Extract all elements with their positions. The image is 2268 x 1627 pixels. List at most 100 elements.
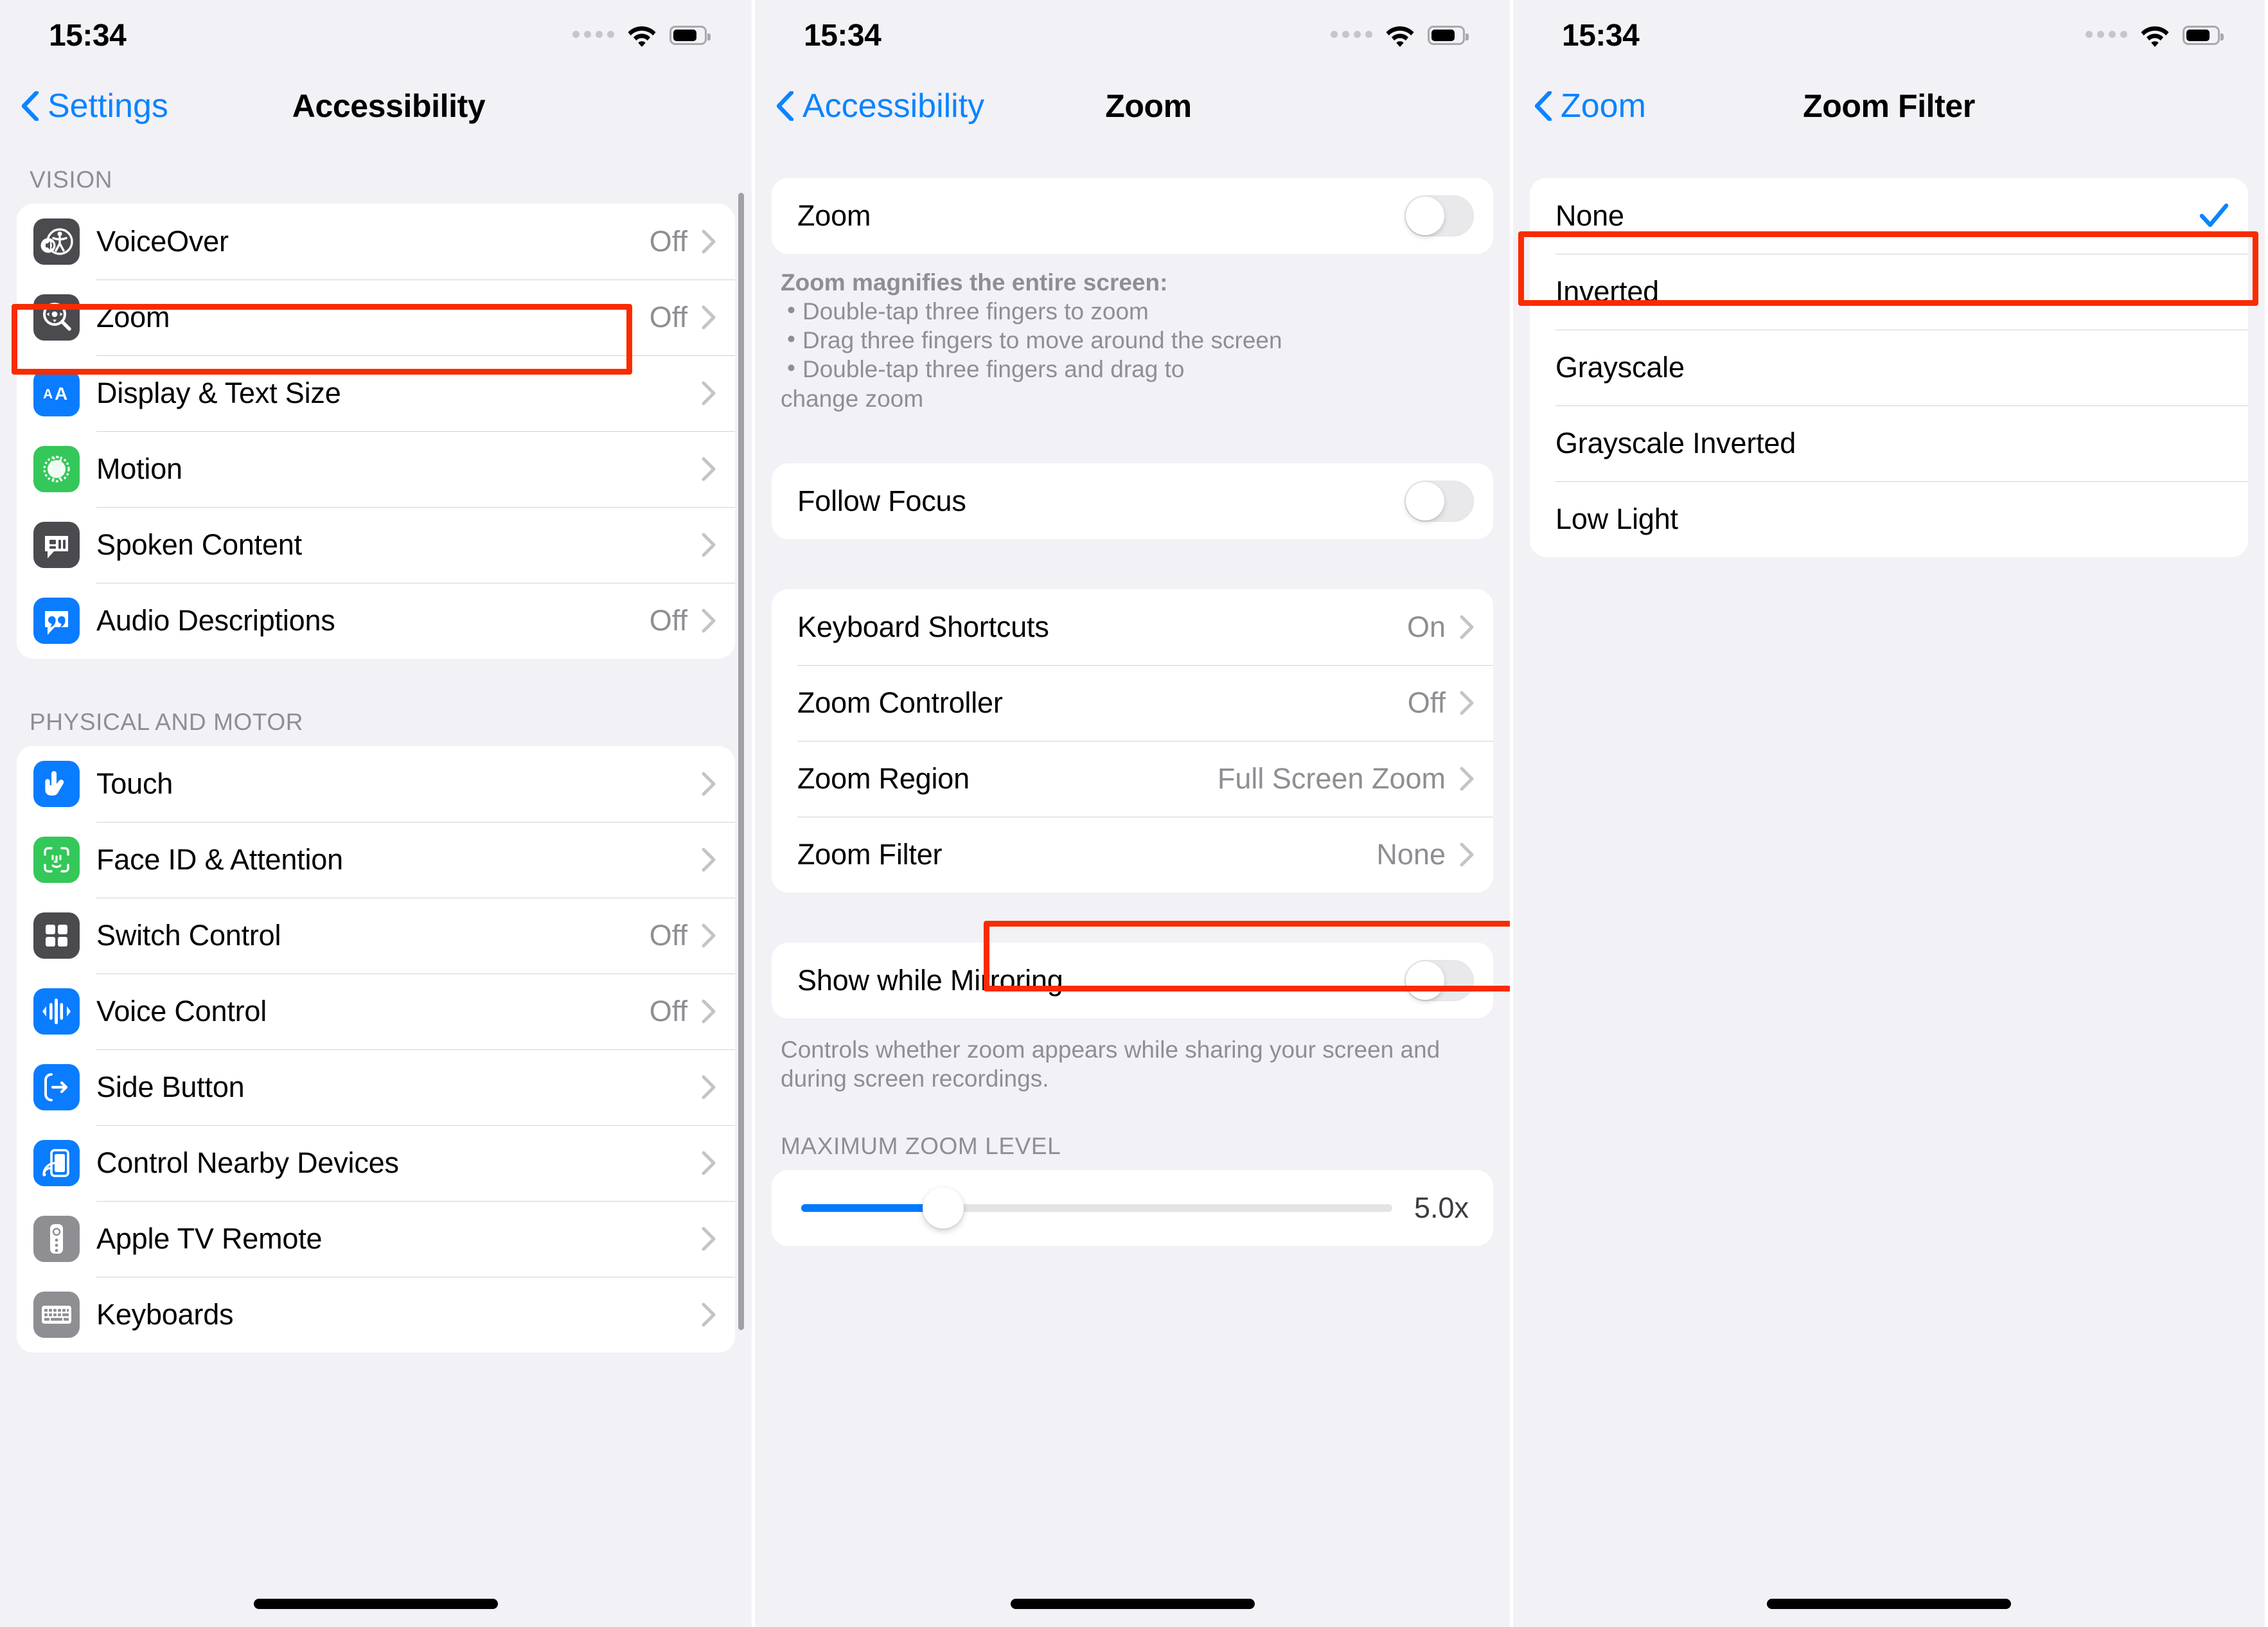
- zoom-toggle-row[interactable]: Zoom: [772, 178, 1493, 254]
- list-item-label: Zoom Region: [797, 761, 970, 795]
- filter-option-grayscale-inverted[interactable]: Grayscale Inverted: [1530, 405, 2248, 481]
- list-item-value: On: [1406, 610, 1446, 643]
- filter-option-low-light[interactable]: Low Light: [1530, 481, 2248, 557]
- list-item: Double-tap three fingers to zoom: [781, 296, 1484, 326]
- filter-option-grayscale[interactable]: Grayscale: [1530, 330, 2248, 405]
- home-indicator: [254, 1599, 498, 1609]
- panel-zoom: 15:34 Accessibility Zoom Zoom Zoom magni…: [755, 0, 1513, 1627]
- back-button-label: Settings: [48, 87, 168, 125]
- chevron-right-icon: [702, 1151, 716, 1175]
- back-button-zoom[interactable]: Zoom: [1535, 87, 1646, 125]
- list-item-label: Motion: [96, 452, 182, 485]
- maximum-zoom-level-slider[interactable]: [801, 1187, 1392, 1229]
- vision-card: VoiceOver Off Zoom Off A A Display & Text Size…: [17, 204, 735, 659]
- home-indicator: [1010, 1599, 1255, 1609]
- maximum-zoom-level-row: 5.0x: [772, 1170, 1493, 1246]
- scrollbar[interactable]: [738, 193, 744, 1330]
- zoom-description-bullets: Double-tap three fingers to zoom Drag th…: [781, 296, 1484, 384]
- chevron-right-icon: [1460, 691, 1474, 715]
- list-item-side-button[interactable]: Side Button: [17, 1049, 735, 1125]
- maximum-zoom-level-value: 5.0x: [1413, 1191, 1469, 1224]
- list-item-value: Full Screen Zoom: [1217, 761, 1446, 795]
- follow-focus-toggle-switch[interactable]: [1404, 480, 1474, 522]
- list-item-voice-control[interactable]: Voice Control Off: [17, 974, 735, 1049]
- list-item-voiceover[interactable]: VoiceOver Off: [17, 204, 735, 280]
- zoom-description: Zoom magnifies the entire screen: Double…: [755, 254, 1510, 413]
- follow-focus-row[interactable]: Follow Focus: [772, 463, 1493, 539]
- chevron-right-icon: [702, 609, 716, 633]
- voiceover-icon: [33, 218, 80, 265]
- list-item-label: Spoken Content: [96, 528, 302, 561]
- back-button-label: Accessibility: [802, 87, 985, 125]
- battery-icon: [669, 26, 711, 45]
- status-bar-time: 15:34: [804, 18, 882, 53]
- navigation-bar: Zoom Zoom Filter: [1513, 71, 2265, 141]
- chevron-right-icon: [702, 923, 716, 948]
- chevron-right-icon: [702, 999, 716, 1024]
- list-item-motion[interactable]: Motion: [17, 431, 735, 507]
- list-item-label: Audio Descriptions: [96, 604, 335, 637]
- section-header-maximum-zoom-level: MAXIMUM ZOOM LEVEL: [781, 1132, 1061, 1159]
- apple-tv-remote-icon: [33, 1216, 80, 1262]
- cellular-signal-icon: [1331, 30, 1372, 40]
- filter-option-none[interactable]: None: [1530, 178, 2248, 254]
- voice-control-icon: [33, 988, 80, 1035]
- list-item-keyboard-shortcuts[interactable]: Keyboard Shortcuts On: [772, 589, 1493, 665]
- slider-knob[interactable]: [922, 1187, 964, 1229]
- list-item-label: Zoom Controller: [797, 686, 1003, 719]
- switch-control-icon: [33, 912, 80, 959]
- list-item-switch-control[interactable]: Switch Control Off: [17, 898, 735, 974]
- zoom-magnifier-icon: [33, 294, 80, 341]
- navigation-bar: Settings Accessibility: [0, 71, 752, 141]
- show-while-mirroring-toggle-switch[interactable]: [1404, 959, 1474, 1001]
- list-item-value: None: [1376, 837, 1446, 871]
- list-item-audio-descriptions[interactable]: Audio Descriptions Off: [17, 583, 735, 659]
- list-item-keyboards[interactable]: Keyboards: [17, 1277, 735, 1353]
- wifi-icon: [2141, 26, 2169, 47]
- battery-icon: [2183, 26, 2224, 45]
- follow-focus-card: Follow Focus: [772, 463, 1493, 539]
- svg-text:A: A: [43, 387, 53, 402]
- battery-icon: [1428, 26, 1469, 45]
- list-item-zoom-region[interactable]: Zoom Region Full Screen Zoom: [772, 740, 1493, 817]
- list-item-label: Keyboards: [96, 1298, 234, 1331]
- list-item-label: Side Button: [96, 1071, 245, 1103]
- status-bar-time: 15:34: [1562, 18, 1640, 53]
- chevron-right-icon: [702, 848, 716, 872]
- zoom-settings-list: Zoom Zoom magnifies the entire screen: D…: [755, 138, 1510, 1627]
- chevron-right-icon: [702, 533, 716, 557]
- list-item-apple-tv-remote[interactable]: Apple TV Remote: [17, 1201, 735, 1277]
- maximum-zoom-level-card: 5.0x: [772, 1169, 1493, 1246]
- list-item-zoom-controller[interactable]: Zoom Controller Off: [772, 664, 1493, 741]
- list-item-face-id-attention[interactable]: Face ID & Attention: [17, 822, 735, 898]
- list-item-control-nearby-devices[interactable]: Control Nearby Devices: [17, 1125, 735, 1201]
- zoom-toggle-card: Zoom: [772, 178, 1493, 254]
- zoom-toggle-switch[interactable]: [1404, 195, 1474, 236]
- zoom-filter-list: None Inverted Grayscale Grayscale Inverted L…: [1513, 138, 2265, 1627]
- list-item-label: Keyboard Shortcuts: [797, 610, 1049, 643]
- list-item-zoom[interactable]: Zoom Off: [17, 280, 735, 355]
- list-item-touch[interactable]: Touch: [17, 746, 735, 822]
- list-item-display-text-size[interactable]: A A Display & Text Size: [17, 355, 735, 431]
- status-bar-indicators: [1331, 24, 1469, 47]
- filter-option-inverted[interactable]: Inverted: [1530, 254, 2248, 330]
- slider-fill: [801, 1204, 943, 1212]
- back-button-accessibility[interactable]: Accessibility: [777, 87, 984, 125]
- chevron-right-icon: [702, 381, 716, 405]
- list-item-label: Display & Text Size: [96, 377, 341, 409]
- chevron-right-icon: [702, 1302, 716, 1327]
- filter-option-label: Grayscale Inverted: [1555, 427, 1796, 459]
- list-item-spoken-content[interactable]: Spoken Content: [17, 507, 735, 583]
- back-button-settings[interactable]: Settings: [22, 87, 168, 125]
- chevron-left-icon: [22, 91, 39, 121]
- zoom-toggle-label: Zoom: [797, 199, 871, 232]
- filter-option-label: Low Light: [1555, 502, 1678, 535]
- navigation-bar: Accessibility Zoom: [755, 71, 1510, 141]
- chevron-right-icon: [1460, 842, 1474, 867]
- list-item-zoom-filter[interactable]: Zoom Filter None: [772, 816, 1493, 893]
- show-while-mirroring-row[interactable]: Show while Mirroring: [772, 942, 1493, 1018]
- svg-text:A: A: [55, 384, 67, 404]
- chevron-right-icon: [1460, 767, 1474, 791]
- accessibility-list: VISION VoiceOver Off Zoom Off A A Display & Te…: [0, 138, 752, 1627]
- list-item-value: Off: [649, 301, 687, 333]
